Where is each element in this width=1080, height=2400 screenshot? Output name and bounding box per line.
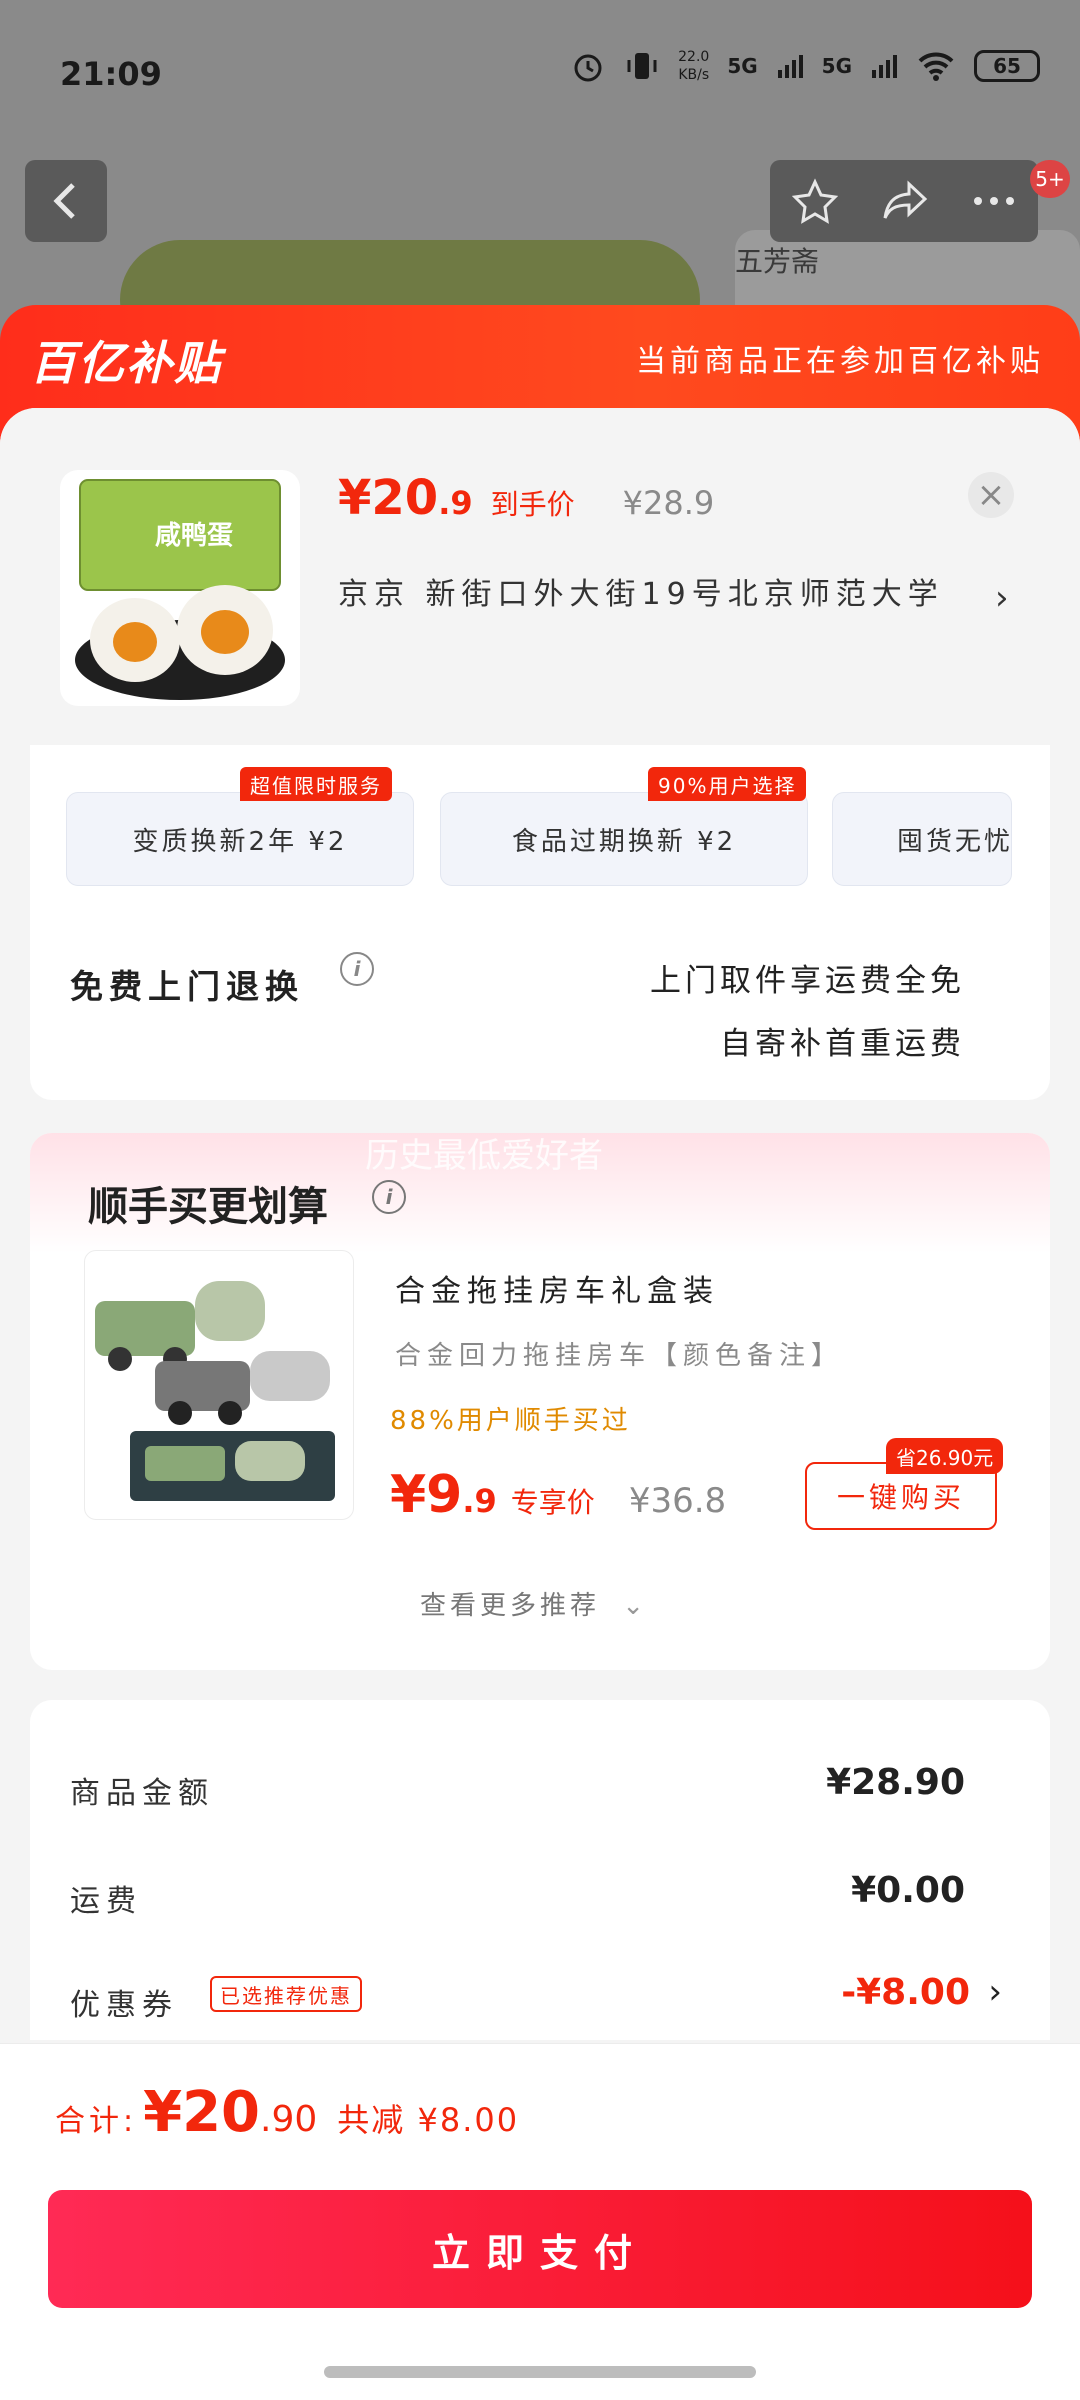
delivery-address[interactable]: 京京 新街口外大街19号北京师范大学 [338,575,978,615]
total-amount: ¥20.90 [143,2080,318,2145]
service-badge: 90%用户选择 [648,767,807,801]
home-indicator[interactable] [324,2366,756,2378]
logo-text: 百亿补贴 [30,336,222,390]
summary-label: 运费 [70,1884,142,1919]
close-icon: × [976,475,1006,515]
chevron-right-icon[interactable]: › [988,1972,1002,2012]
product-price-line: ¥20.9 到手价 ¥28.9 [338,470,714,526]
summary-label[interactable]: 优惠券 [70,1980,178,2024]
chevron-left-icon [53,183,75,219]
free-return-line: 自寄补首重运费 [720,1026,965,1062]
upsell-price-label: 专享价 [510,1486,595,1519]
upsell-original-price: ¥36.8 [628,1481,727,1521]
more-icon[interactable] [972,195,1016,207]
wifi-icon [918,52,954,81]
service-badge: 超值限时服务 [240,767,392,801]
service-chip-expire[interactable]: 食品过期换新 ¥2 [440,792,808,886]
info-icon[interactable]: i [372,1180,406,1214]
signal-bars-icon [872,55,897,78]
share-icon[interactable] [881,178,929,224]
star-icon[interactable] [791,178,838,224]
upsell-buy-rate: 88%用户顺手买过 [390,1406,631,1436]
subsidy-logo: 百亿补贴 [30,330,260,390]
coupon-selected-tag: 已选推荐优惠 [210,1976,362,2012]
summary-value: ¥0.00 [851,1870,965,1911]
watermark-text: 历史最低爱好者 [365,1136,603,1176]
alarm-icon [574,54,602,82]
product-price: ¥20.9 [338,470,473,526]
price-label: 到手价 [490,488,575,521]
view-more-recommendations[interactable]: 查看更多推荐 ⌄ [420,1585,648,1622]
save-badge: 省26.90元 [886,1438,1004,1474]
service-chip-replace[interactable]: 变质换新2年 ¥2 [66,792,414,886]
close-button[interactable]: × [968,472,1014,518]
product-thumbnail: 咸鸭蛋 [60,470,300,706]
summary-value: ¥28.90 [826,1762,965,1803]
chevron-down-icon: ⌄ [622,1591,649,1621]
signal-5g-icon: 5G [727,54,758,78]
status-bar: 21:09 22.0 KB/s 5G 5G 65 [0,0,1080,140]
header-slogan: 当前商品正在参加百亿补贴 [636,344,1044,379]
back-button[interactable] [25,160,107,242]
info-icon[interactable]: i [340,952,374,986]
battery-icon: 65 [974,50,1040,82]
net-speed: 22.0 KB/s [678,49,710,83]
upsell-price-line: ¥9.9 专享价 ¥36.8 [390,1465,726,1525]
free-return-line: 上门取件享运费全免 [650,963,965,999]
vibrate-icon [627,53,657,79]
top-nav-actions [770,160,1038,242]
upsell-product-name[interactable]: 合金拖挂房车礼盒装 [395,1266,719,1310]
signal-5g-icon: 5G [821,54,852,78]
service-chip-stock[interactable]: 囤货无忧 [832,792,1012,886]
total-line: 合计: ¥20.90 共减 ¥8.00 [55,2080,519,2145]
coupon-value[interactable]: -¥8.00 [841,1972,970,2013]
reduce-label: 共减 ¥8.00 [337,2101,520,2139]
total-label: 合计: [55,2104,138,2139]
original-price: ¥28.9 [622,484,715,522]
signal-bars-icon [777,55,803,78]
product-image [75,479,285,700]
product-thumb-label: 咸鸭蛋 [155,521,234,551]
upsell-title: 顺手买更划算 [88,1184,328,1230]
upsell-product-spec: 合金回力拖挂房车【颜色备注】 [395,1341,844,1371]
status-time: 21:09 [60,55,162,93]
toy-car-image [95,1281,335,1501]
chevron-right-icon[interactable]: › [995,578,1009,618]
upsell-thumbnail[interactable] [84,1250,354,1520]
background-brand-text: 五芳斋 [735,245,820,278]
pay-now-button[interactable]: 立即支付 [48,2190,1032,2308]
message-count-badge: 5+ [1030,160,1070,198]
upsell-price: ¥9.9 [390,1465,497,1525]
free-return-title: 免费上门退换 [70,967,304,1006]
summary-label: 商品金额 [70,1776,214,1811]
status-icons: 22.0 KB/s 5G 5G 65 [570,48,1040,84]
